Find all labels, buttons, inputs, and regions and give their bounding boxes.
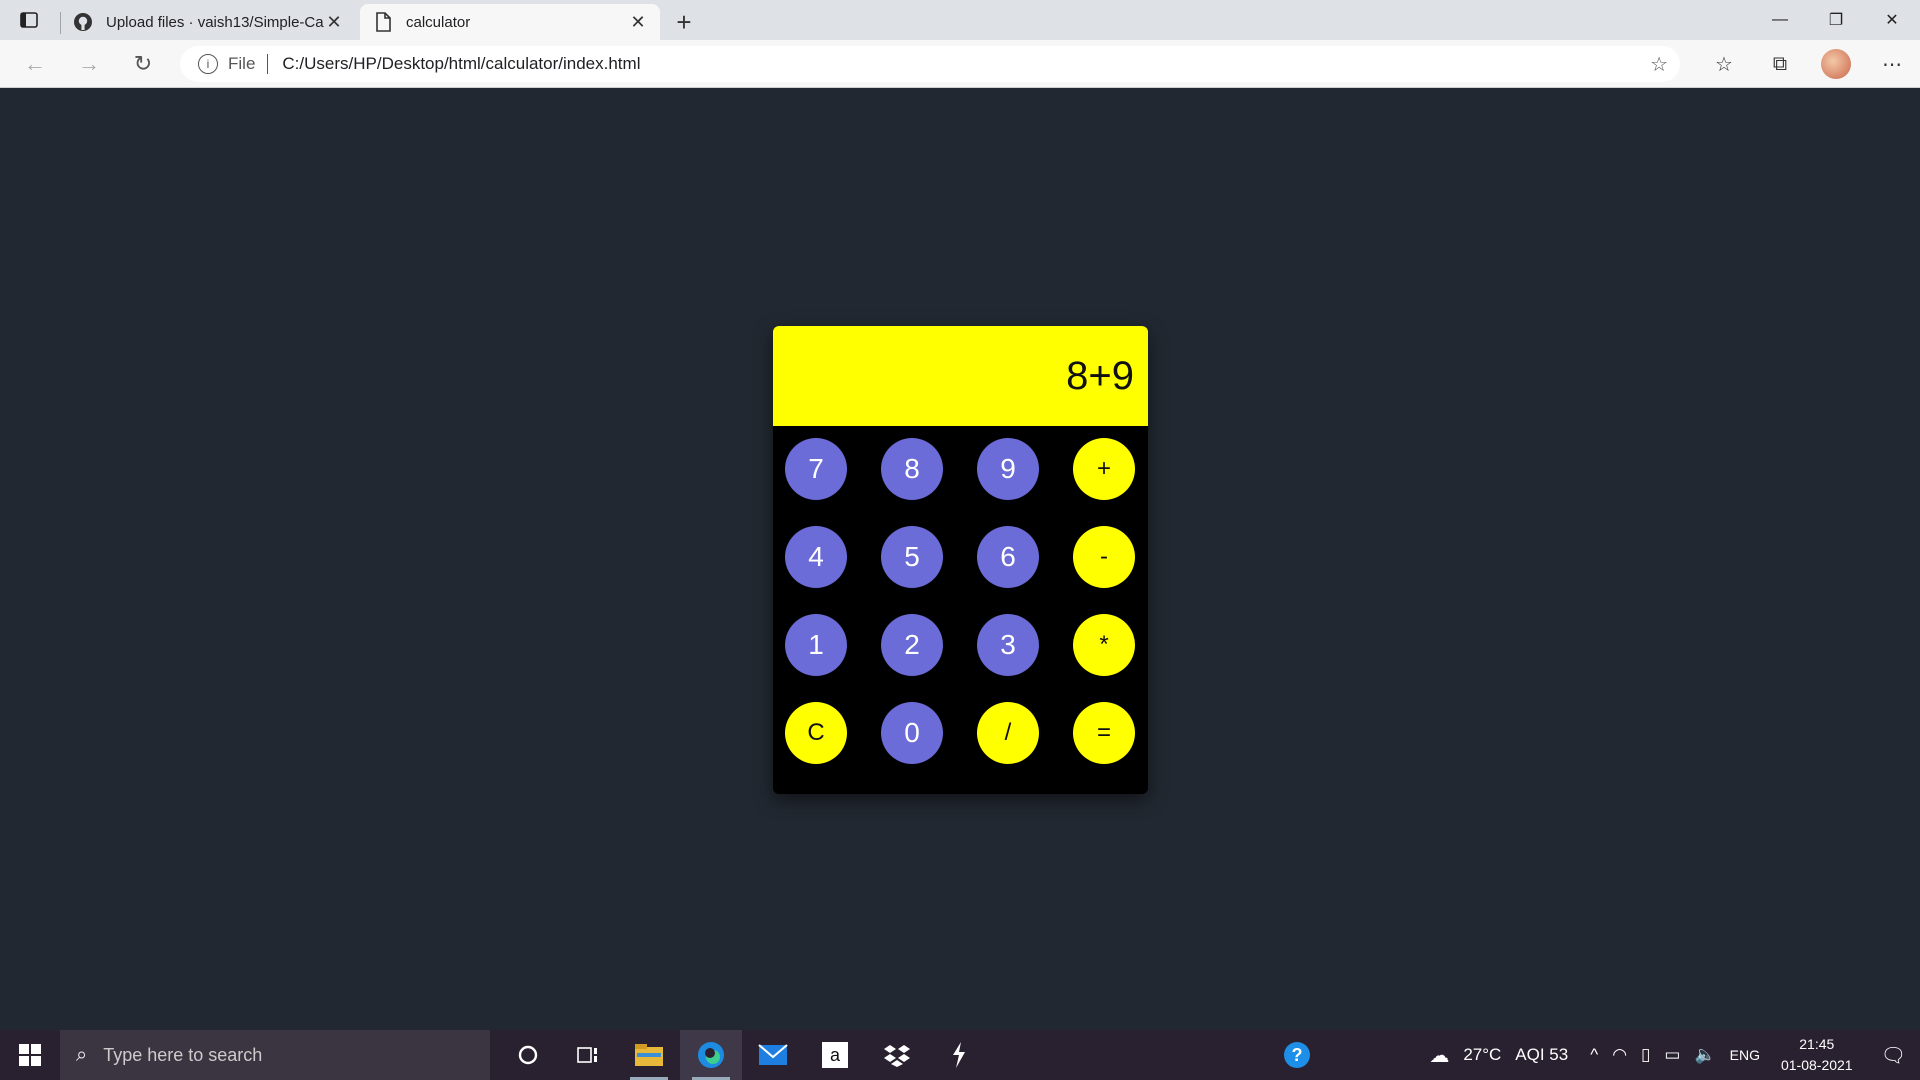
key-0[interactable]: 0 (881, 702, 943, 764)
toolbar-right: ☆ ⧉ ⋯ (1696, 40, 1920, 88)
tab-bar: Upload files · vaish13/Simple-Cal ✕ calc… (0, 0, 1920, 40)
key-equals[interactable]: = (1073, 702, 1135, 764)
address-divider (267, 54, 269, 74)
display-value: 8+9 (1066, 353, 1134, 398)
language-indicator[interactable]: ENG (1723, 1047, 1767, 1063)
collections-icon[interactable]: ⧉ (1752, 40, 1808, 88)
battery-icon[interactable]: ▭ (1657, 1045, 1687, 1065)
close-tab-icon[interactable]: ✕ (628, 12, 648, 32)
weather-aqi[interactable]: AQI 53 (1508, 1045, 1575, 1065)
key-9[interactable]: 9 (977, 438, 1039, 500)
weather-cloud-icon[interactable]: ☁ (1422, 1043, 1456, 1068)
scheme-label: File (228, 54, 256, 73)
profile-avatar[interactable] (1821, 49, 1851, 79)
taskbar-file-explorer[interactable] (618, 1030, 680, 1080)
info-icon[interactable]: i (198, 54, 218, 74)
tab-actions-icon (20, 12, 38, 28)
start-button[interactable] (0, 1030, 60, 1080)
system-tray: ☁ 27°C AQI 53 ^ ◠ ▯ ▭ 🔈 ENG 21:45 01-08-… (1422, 1030, 1920, 1080)
tab-calculator[interactable]: calculator ✕ (360, 4, 660, 40)
key-minus[interactable]: - (1073, 526, 1135, 588)
taskbar-edge[interactable] (680, 1030, 742, 1080)
help-button[interactable]: ? (1266, 1030, 1328, 1080)
key-plus[interactable]: + (1073, 438, 1135, 500)
chevron-up-icon[interactable]: ^ (1583, 1045, 1605, 1065)
taskbar-search[interactable]: ⌕ Type here to search (60, 1030, 490, 1080)
calculator: 8+9 7 8 9 + 4 5 6 - 1 2 3 * C 0 / = (773, 326, 1148, 794)
close-tab-icon[interactable]: ✕ (324, 12, 344, 32)
amazon-icon: a (822, 1042, 848, 1068)
tab-separator (60, 12, 61, 34)
taskbar-app-lightning[interactable] (928, 1030, 990, 1080)
key-2[interactable]: 2 (881, 614, 943, 676)
taskbar-dropbox[interactable] (866, 1030, 928, 1080)
taskbar-amazon[interactable]: a (804, 1030, 866, 1080)
dropbox-icon (884, 1045, 910, 1067)
lightning-app-icon (953, 1042, 965, 1068)
taskbar-mail[interactable] (742, 1030, 804, 1080)
key-6[interactable]: 6 (977, 526, 1039, 588)
windows-logo-icon (19, 1044, 41, 1066)
new-tab-button[interactable]: + (664, 4, 704, 40)
key-clear[interactable]: C (785, 702, 847, 764)
search-icon: ⌕ (76, 1043, 88, 1066)
add-favorite-icon[interactable]: ☆ (1650, 52, 1668, 77)
folder-icon (635, 1044, 663, 1066)
close-window-button[interactable]: ✕ (1864, 0, 1920, 40)
key-4[interactable]: 4 (785, 526, 847, 588)
svg-text:a: a (830, 1045, 841, 1065)
key-3[interactable]: 3 (977, 614, 1039, 676)
taskbar: ⌕ Type here to search a ? ☁ 27°C AQI 53 … (0, 1030, 1920, 1080)
back-button[interactable]: ← (8, 44, 62, 84)
more-menu-icon[interactable]: ⋯ (1864, 40, 1920, 88)
url-text: C:/Users/HP/Desktop/html/calculator/inde… (282, 54, 641, 73)
restore-button[interactable]: ❐ (1808, 0, 1864, 40)
clock[interactable]: 21:45 01-08-2021 (1767, 1034, 1867, 1076)
key-5[interactable]: 5 (881, 526, 943, 588)
task-view-button[interactable] (558, 1030, 618, 1080)
github-icon (72, 11, 94, 33)
mail-icon (758, 1044, 788, 1065)
minimize-button[interactable]: — (1752, 0, 1808, 40)
tab-title: calculator (406, 13, 471, 31)
address-bar[interactable]: i File C:/Users/HP/Desktop/html/calculat… (180, 46, 1680, 82)
cortana-icon (518, 1045, 538, 1065)
key-7[interactable]: 7 (785, 438, 847, 500)
wifi-icon[interactable]: ◠ (1605, 1045, 1634, 1065)
weather-temp[interactable]: 27°C (1456, 1045, 1508, 1065)
calculator-keypad: 7 8 9 + 4 5 6 - 1 2 3 * C 0 / = (785, 438, 1137, 774)
volume-icon[interactable]: 🔈 (1687, 1045, 1722, 1065)
tab-upload-files[interactable]: Upload files · vaish13/Simple-Cal ✕ (60, 4, 356, 40)
tab-actions-button[interactable] (0, 0, 58, 40)
device-icon[interactable]: ▯ (1634, 1045, 1657, 1065)
clock-time: 21:45 (1799, 1036, 1835, 1052)
edge-icon (698, 1042, 724, 1068)
key-8[interactable]: 8 (881, 438, 943, 500)
forward-button[interactable]: → (62, 44, 116, 84)
refresh-button[interactable]: ↻ (116, 44, 170, 84)
task-view-icon (577, 1047, 597, 1063)
tab-title: Upload files · vaish13/Simple-Cal (106, 13, 324, 31)
clock-date: 01-08-2021 (1780, 1057, 1853, 1073)
svg-text:?: ? (1292, 1045, 1303, 1065)
window-controls: — ❐ ✕ (1752, 0, 1920, 40)
search-placeholder: Type here to search (103, 1044, 263, 1065)
help-icon: ? (1284, 1042, 1310, 1068)
notifications-icon[interactable]: 🗨 (1867, 1043, 1920, 1068)
key-multiply[interactable]: * (1073, 614, 1135, 676)
calculator-display: 8+9 (773, 326, 1148, 426)
favorites-icon[interactable]: ☆ (1696, 40, 1752, 88)
key-1[interactable]: 1 (785, 614, 847, 676)
key-divide[interactable]: / (977, 702, 1039, 764)
browser-toolbar: ← → ↻ i File C:/Users/HP/Desktop/html/ca… (0, 40, 1920, 88)
cortana-button[interactable] (498, 1030, 558, 1080)
page-icon (372, 11, 394, 33)
